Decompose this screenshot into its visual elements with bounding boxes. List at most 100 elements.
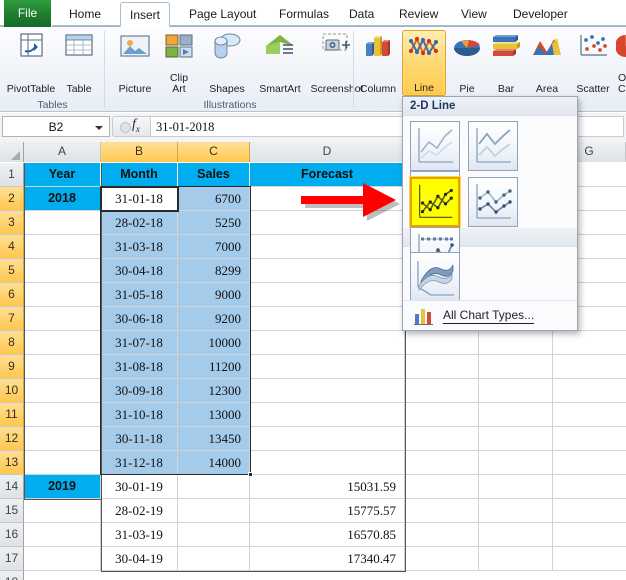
cell-c4[interactable]: 7000 [178,235,250,259]
cell-f9[interactable] [479,355,553,379]
cell-b18[interactable] [101,571,178,580]
cell-b17[interactable]: 30-04-19 [101,547,178,571]
cell-c8[interactable]: 10000 [178,331,250,355]
cell-a16[interactable] [24,523,101,547]
cell-e15[interactable] [405,499,479,523]
insert-function-icon[interactable]: fx [132,117,140,134]
cell-a10[interactable] [24,379,101,403]
cell-f8[interactable] [479,331,553,355]
row-header-17[interactable]: 17 [0,547,24,571]
cell-a14[interactable]: 2019 [24,475,101,499]
table-button[interactable]: Table [56,30,102,96]
tab-file[interactable]: File [4,0,52,27]
row-header-11[interactable]: 11 [0,403,24,427]
cell-g9[interactable] [553,355,626,379]
cell-d18[interactable] [250,571,405,580]
tab-insert[interactable]: Insert [120,2,171,27]
clipart-button[interactable]: Clip Art [158,30,200,96]
row-header-16[interactable]: 16 [0,523,24,547]
cell-c9[interactable]: 11200 [178,355,250,379]
cell-c6[interactable]: 9000 [178,283,250,307]
cell-a11[interactable] [24,403,101,427]
cell-b16[interactable]: 31-03-19 [101,523,178,547]
cell-a1[interactable]: Year [24,163,101,187]
cell-a2[interactable]: 2018 [24,187,101,211]
row-header-14[interactable]: 14 [0,475,24,499]
cell-c10[interactable]: 12300 [178,379,250,403]
cell-b12[interactable]: 30-11-18 [101,427,178,451]
cell-a4[interactable] [24,235,101,259]
cell-c2[interactable]: 6700 [178,187,250,211]
column-header-c[interactable]: C [178,142,250,162]
cell-d6[interactable] [250,283,405,307]
line-chart-button[interactable]: Line [402,30,446,96]
cell-c16[interactable] [178,523,250,547]
cell-f11[interactable] [479,403,553,427]
row-header-12[interactable]: 12 [0,427,24,451]
cell-e17[interactable] [405,547,479,571]
cell-a12[interactable] [24,427,101,451]
shapes-button[interactable]: Shapes [200,30,254,96]
formula-input[interactable]: 31-01-2018 [150,116,406,137]
chevron-down-icon[interactable] [95,126,103,130]
cell-g15[interactable] [553,499,626,523]
cell-b8[interactable]: 31-07-18 [101,331,178,355]
row-header-9[interactable]: 9 [0,355,24,379]
cell-d2[interactable] [250,187,405,211]
cell-e11[interactable] [405,403,479,427]
cell-a5[interactable] [24,259,101,283]
cell-e16[interactable] [405,523,479,547]
cell-g13[interactable] [553,451,626,475]
cell-a8[interactable] [24,331,101,355]
select-all-corner[interactable] [0,142,24,162]
row-header-8[interactable]: 8 [0,331,24,355]
cell-f12[interactable] [479,427,553,451]
column-header-a[interactable]: A [24,142,101,162]
cell-g18[interactable] [553,571,626,580]
column-header-d[interactable]: D [250,142,405,162]
row-header-1[interactable]: 1 [0,163,24,187]
row-header-7[interactable]: 7 [0,307,24,331]
all-chart-types-menu-item[interactable]: All Chart Types... [443,308,535,324]
column-header-b[interactable]: B [101,142,178,162]
cell-a9[interactable] [24,355,101,379]
row-header-10[interactable]: 10 [0,379,24,403]
cell-d5[interactable] [250,259,405,283]
cell-b7[interactable]: 30-06-18 [101,307,178,331]
row-header-5[interactable]: 5 [0,259,24,283]
picture-button[interactable]: Picture [108,30,162,96]
tab-formulas[interactable]: Formulas [270,2,338,27]
cell-c1[interactable]: Sales [178,163,250,187]
cell-a15[interactable] [24,499,101,523]
gallery-item-stacked-line[interactable] [468,121,519,171]
cell-a6[interactable] [24,283,101,307]
cell-d7[interactable] [250,307,405,331]
gallery-item-line-with-markers[interactable] [410,177,460,227]
cell-b13[interactable]: 31-12-18 [101,451,178,475]
cell-d11[interactable] [250,403,405,427]
cell-f14[interactable] [479,475,553,499]
area-chart-button[interactable]: Area [525,30,569,96]
cell-b4[interactable]: 31-03-18 [101,235,178,259]
cell-g14[interactable] [553,475,626,499]
cell-f17[interactable] [479,547,553,571]
tab-review[interactable]: Review [390,2,447,27]
gallery-item-line[interactable] [410,121,460,171]
cell-g10[interactable] [553,379,626,403]
tab-developer[interactable]: Developer [504,2,577,27]
cell-f15[interactable] [479,499,553,523]
cell-c14[interactable] [178,475,250,499]
cell-b2[interactable]: 31-01-18 [101,187,178,211]
tab-page-layout[interactable]: Page Layout [180,2,265,27]
cell-d16[interactable]: 16570.85 [250,523,405,547]
cell-c15[interactable] [178,499,250,523]
cell-g12[interactable] [553,427,626,451]
cell-e8[interactable] [405,331,479,355]
row-header-18[interactable]: 18 [0,571,24,580]
bar-chart-button[interactable]: Bar [486,30,526,96]
cell-d14[interactable]: 15031.59 [250,475,405,499]
column-chart-button[interactable]: Column [355,30,401,96]
cell-b9[interactable]: 31-08-18 [101,355,178,379]
scatter-chart-button[interactable]: Scatter [569,30,617,96]
cell-c7[interactable]: 9200 [178,307,250,331]
